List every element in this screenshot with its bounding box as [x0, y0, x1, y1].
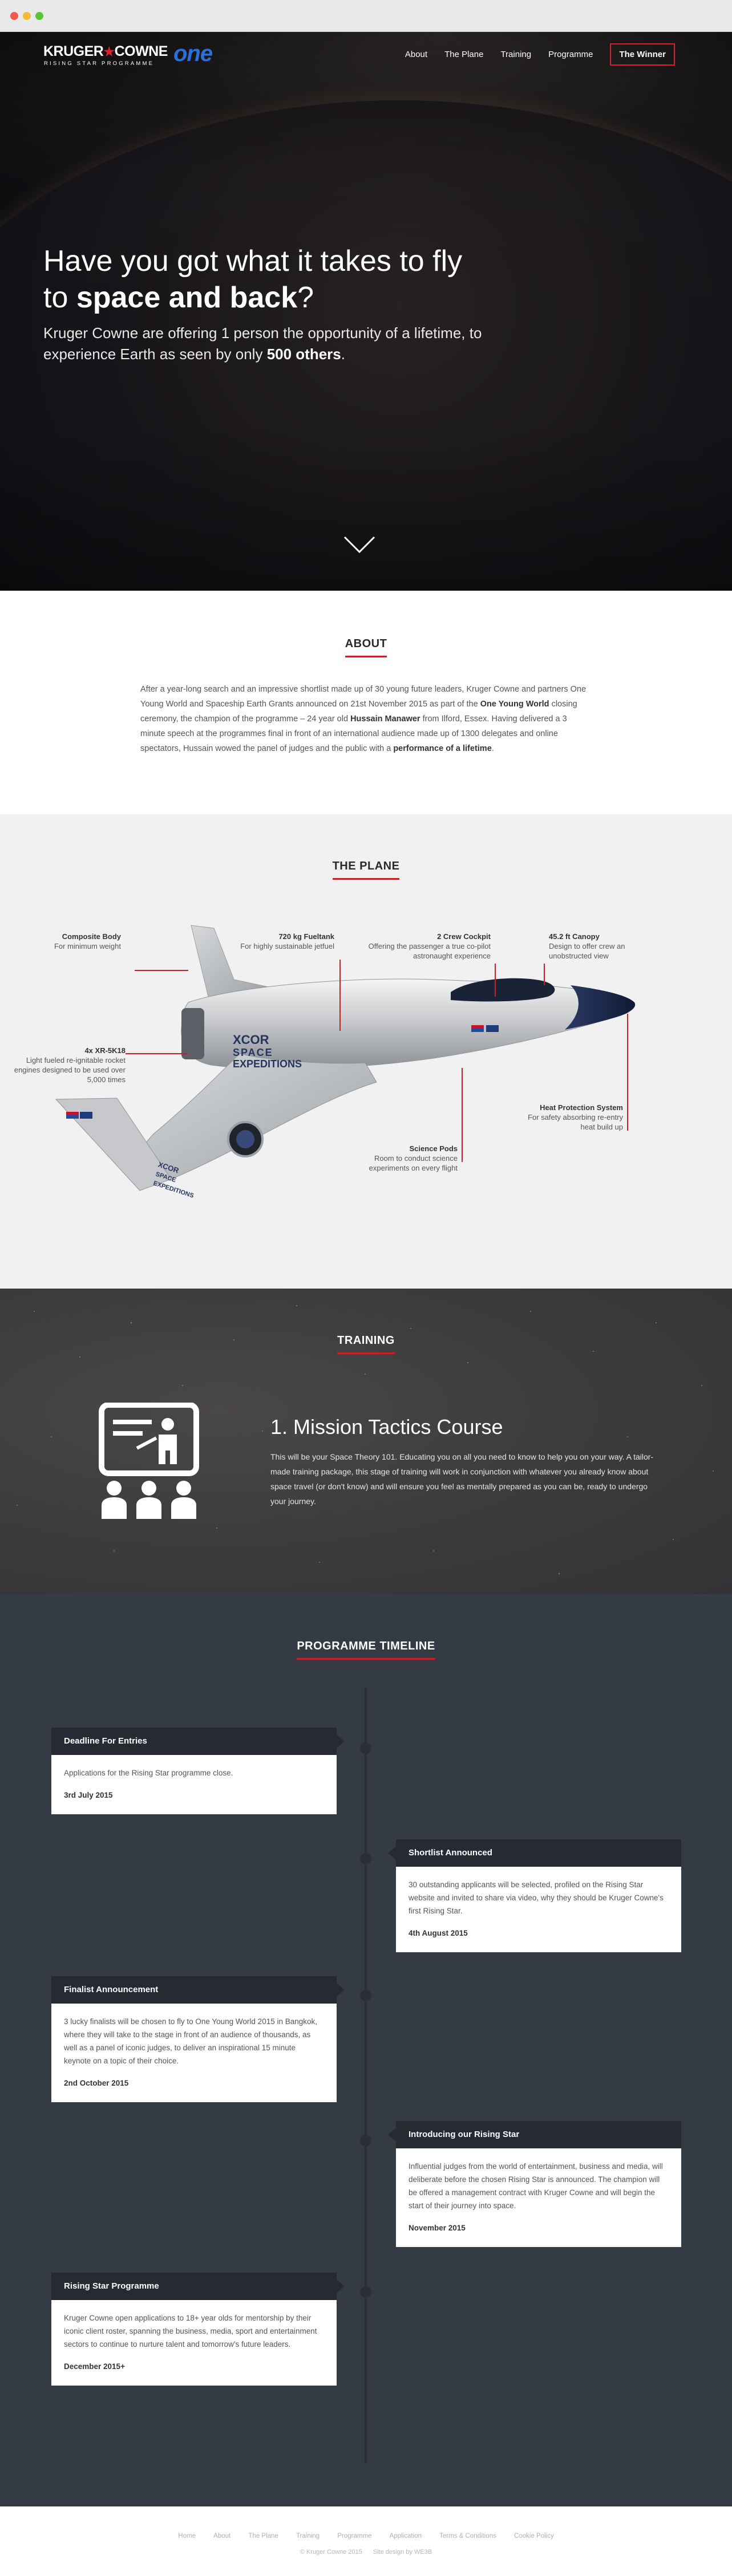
top-navigation: KRUGER★COWNE RISING STAR PROGRAMME one A…: [0, 32, 732, 89]
footer-link-terms[interactable]: Terms & Conditions: [439, 2533, 496, 2540]
hero-headline: Have you got what it takes to fly to spa…: [43, 245, 463, 314]
timeline-card: Finalist Announcement 3 lucky finalists …: [51, 1976, 345, 2102]
star-icon: ★: [103, 44, 115, 59]
callout-fueltank: 720 kg Fueltank For highly sustainable je…: [240, 932, 334, 950]
footer-link-home[interactable]: Home: [178, 2533, 196, 2540]
timeline-card: Deadline For Entries Applications for th…: [51, 1728, 345, 1814]
footer-copyright: © Kruger Cowne 2015 Site design by WE3B: [300, 2549, 432, 2555]
svg-text:EXPEDITIONS: EXPEDITIONS: [233, 1058, 302, 1070]
nav-item-the-plane[interactable]: The Plane: [444, 50, 483, 59]
timeline-dot: [360, 2135, 371, 2146]
window-close-icon[interactable]: [10, 12, 18, 20]
timeline-dot: [360, 2286, 371, 2298]
hero-subtext: Kruger Cowne are offering 1 person the o…: [43, 324, 482, 363]
classroom-presentation-icon: [99, 1403, 199, 1519]
browser-chrome: [0, 0, 732, 32]
footer-link-the-plane[interactable]: The Plane: [248, 2533, 278, 2540]
nav-item-training[interactable]: Training: [500, 50, 531, 59]
training-section: TRAINING 1. Mission Tactics Course This …: [0, 1289, 732, 1594]
window-minimize-icon[interactable]: [23, 12, 31, 20]
the-winner-button[interactable]: The Winner: [610, 43, 675, 66]
footer-link-programme[interactable]: Programme: [337, 2533, 371, 2540]
about-title: ABOUT: [0, 637, 732, 657]
callout-science-pods: Science Pods Room to conduct science expe…: [369, 1144, 458, 1172]
training-heading: 1. Mission Tactics Course: [270, 1415, 503, 1439]
callout-rocket-engines: 4x XR-5K18 Light fueled re-ignitable rock…: [14, 1046, 126, 1084]
plane-section: THE PLANE XCOR SPACE EXPEDITIONS XCOR SP…: [0, 814, 732, 1289]
site-footer: Home About The Plane Training Programme …: [0, 2506, 732, 2576]
training-title: TRAINING: [0, 1334, 732, 1354]
footer-credit-link[interactable]: Site design by WE3B: [373, 2549, 432, 2555]
timeline-title: PROGRAMME TIMELINE: [0, 1640, 732, 1660]
about-section: ABOUT After a year-long search and an im…: [0, 591, 732, 814]
hero-section: KRUGER★COWNE RISING STAR PROGRAMME one A…: [0, 32, 732, 591]
footer-links: Home About The Plane Training Programme …: [0, 2533, 732, 2540]
training-description: This will be your Space Theory 101. Educ…: [270, 1452, 654, 1506]
one-young-world-logo: one: [173, 41, 213, 66]
about-paragraph: After a year-long search and an impressi…: [140, 685, 587, 753]
callout-heat-protection: Heat Protection System For safety absorbi…: [528, 1103, 623, 1131]
nav-item-programme[interactable]: Programme: [548, 50, 593, 59]
svg-text:SPACE: SPACE: [233, 1047, 273, 1058]
footer-link-about[interactable]: About: [213, 2533, 230, 2540]
timeline-dot: [360, 1742, 371, 1754]
kruger-cowne-logo[interactable]: KRUGER★COWNE RISING STAR PROGRAMME one: [43, 41, 237, 68]
callout-composite-body: Composite Body For minimum weight: [54, 932, 121, 950]
timeline-card: Rising Star Programme Kruger Cowne open …: [51, 2273, 345, 2386]
window-maximize-icon[interactable]: [35, 12, 43, 20]
footer-link-cookie-policy[interactable]: Cookie Policy: [514, 2533, 554, 2540]
timeline-dot: [360, 1990, 371, 2001]
timeline-card: Shortlist Announced 30 outstanding appli…: [388, 1839, 681, 1952]
timeline-axis: [365, 1688, 367, 2463]
fuselage-logo-text: XCOR: [233, 1033, 269, 1047]
timeline-dot: [360, 1853, 371, 1864]
footer-link-application[interactable]: Application: [390, 2533, 422, 2540]
timeline-card: Introducing our Rising Star Influential …: [388, 2121, 681, 2247]
footer-link-training[interactable]: Training: [296, 2533, 320, 2540]
callout-crew-cockpit: 2 Crew Cockpit Offering the passenger a t…: [368, 932, 491, 960]
programme-timeline-section: PROGRAMME TIMELINE Deadline For Entries …: [0, 1594, 732, 2506]
callout-canopy: 45.2 ft Canopy Design to offer crew an un…: [549, 932, 625, 960]
scroll-down-chevron-icon[interactable]: [342, 534, 377, 556]
nav-item-about[interactable]: About: [405, 50, 427, 59]
nav-links: About The Plane Training Programme The W…: [388, 43, 675, 66]
